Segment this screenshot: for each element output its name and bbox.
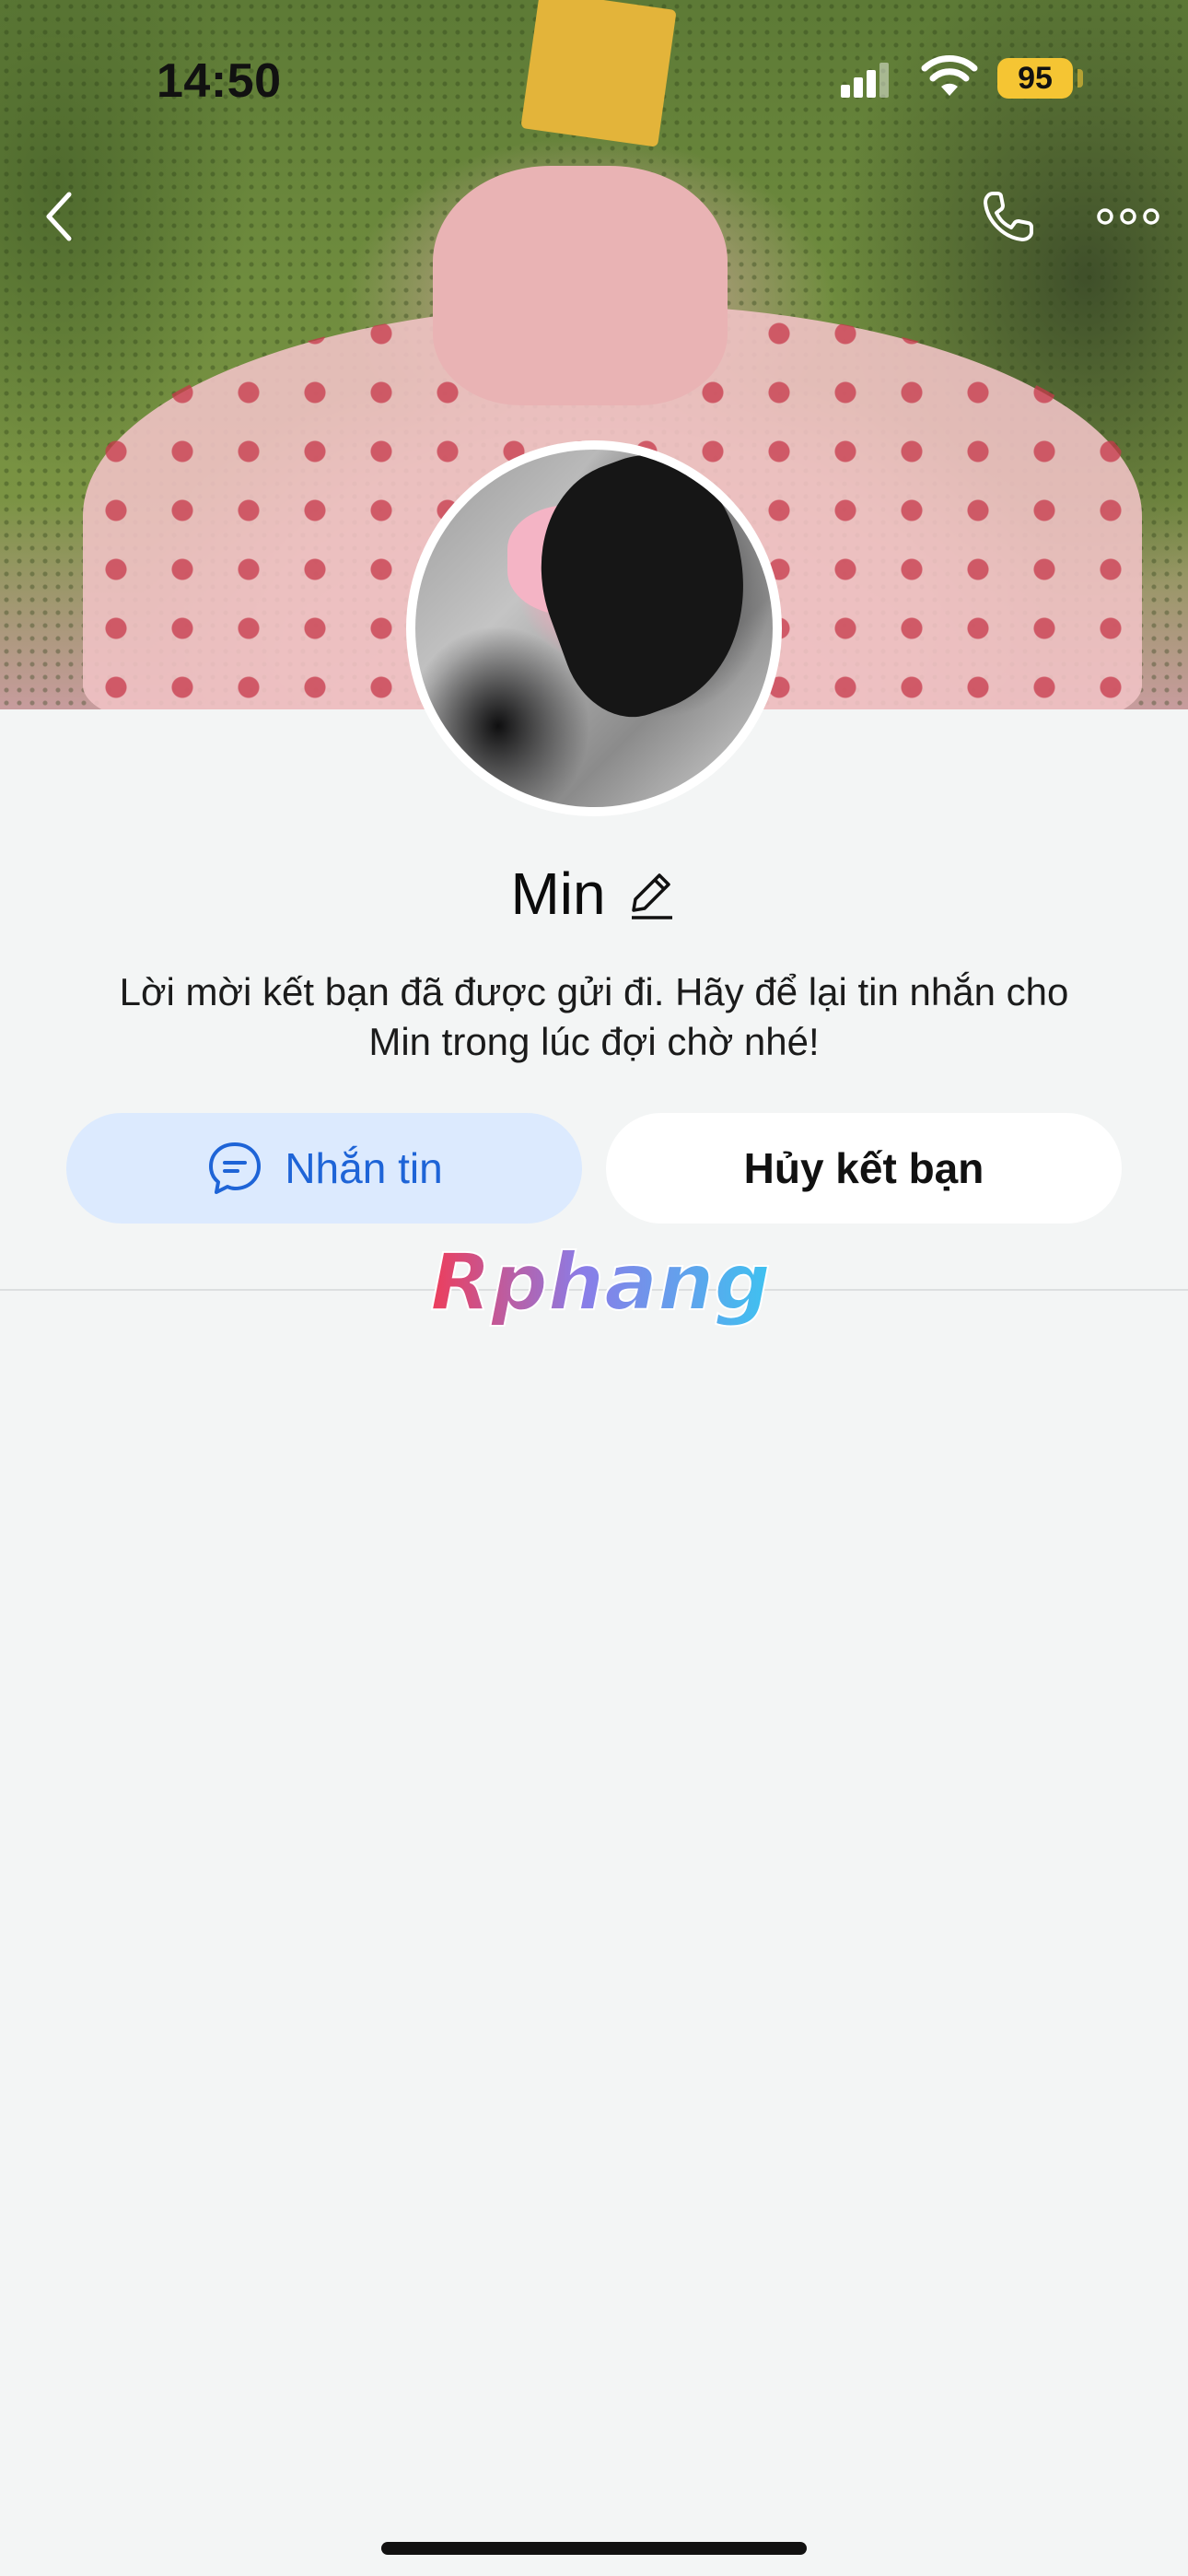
battery-indicator: 95 xyxy=(997,58,1073,99)
cancel-friend-request-label: Hủy kết bạn xyxy=(743,1144,984,1192)
cellular-signal-icon xyxy=(841,63,889,98)
phone-icon xyxy=(984,192,1033,241)
profile-name-row: Min xyxy=(0,857,1188,931)
friend-request-message-line1: Lời mời kết bạn đã được gửi đi. Hãy để l… xyxy=(119,970,1069,1013)
cover-bodice-shape xyxy=(433,166,728,405)
profile-name: Min xyxy=(510,861,606,927)
more-horizontal-icon xyxy=(1097,208,1159,225)
pencil-icon[interactable] xyxy=(626,868,678,919)
send-message-label: Nhắn tin xyxy=(285,1144,443,1192)
back-button[interactable] xyxy=(28,184,92,249)
watermark-text: Rphang xyxy=(430,1239,771,1329)
friend-request-message-line2: Min trong lúc đợi chờ nhé! xyxy=(368,1020,820,1063)
avatar-image xyxy=(415,450,773,807)
more-options-button[interactable] xyxy=(1087,184,1170,249)
watermark-logo: Rphang xyxy=(429,1239,772,1329)
send-message-button[interactable]: Nhắn tin xyxy=(66,1113,582,1224)
friend-request-message: Lời mời kết bạn đã được gửi đi. Hãy để l… xyxy=(55,967,1133,1067)
home-indicator[interactable] xyxy=(381,2542,807,2555)
chevron-left-icon xyxy=(46,192,72,241)
call-button[interactable] xyxy=(967,184,1050,249)
status-bar: 14:50 95 xyxy=(0,0,1188,157)
status-time: 14:50 xyxy=(157,54,282,108)
battery-tip xyxy=(1077,69,1083,88)
profile-avatar[interactable] xyxy=(406,440,782,816)
cancel-friend-request-button[interactable]: Hủy kết bạn xyxy=(606,1113,1122,1224)
wifi-icon xyxy=(921,55,978,96)
chat-bubble-icon xyxy=(209,1142,262,1194)
